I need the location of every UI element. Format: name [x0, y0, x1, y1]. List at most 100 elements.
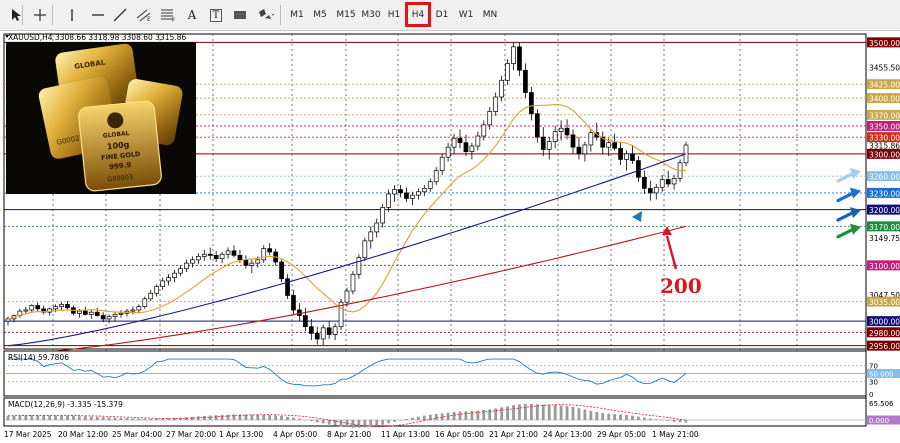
macd-axis-label: 0.000 [867, 415, 900, 425]
cursor-tool-button[interactable] [6, 4, 26, 26]
macd-bar [268, 415, 272, 420]
vertical-line-tool-button[interactable] [62, 4, 82, 26]
macd-bar [535, 404, 539, 420]
timeframe-button-h4[interactable]: H4 [405, 2, 431, 27]
macd-bar [12, 415, 16, 420]
candle [279, 259, 284, 283]
text-icon: A [187, 8, 197, 22]
time-axis-label: 16 Apr 05:00 [435, 430, 484, 439]
svg-text:F: F [172, 17, 176, 22]
time-axis-label: 4 Apr 05:00 [273, 430, 317, 439]
macd-bar [541, 404, 545, 420]
macd-bar [464, 411, 468, 420]
macd-bar [416, 416, 420, 420]
price-axis-label: 3035.00 [867, 296, 900, 307]
macd-bar [619, 414, 622, 420]
macd-bar [506, 406, 509, 420]
svg-text:3230.00: 3230.00 [869, 189, 900, 198]
macd-bar [155, 418, 159, 420]
timeframe-button-h1[interactable]: H1 [386, 4, 402, 26]
time-axis-label: 25 Mar 04:00 [112, 430, 162, 439]
macd-bar [18, 415, 22, 420]
macd-bar [625, 415, 628, 420]
shapes-tool-button[interactable] [256, 4, 276, 26]
svg-text:3500.00: 3500.00 [869, 39, 900, 48]
timeframe-button-w1[interactable]: W1 [456, 4, 476, 26]
time-axis-label: 24 Apr 13:00 [543, 430, 592, 439]
svg-text:3000.00: 3000.00 [869, 318, 900, 327]
timeframe-button-m30[interactable]: M30 [360, 4, 382, 26]
time-axis-label: 8 Apr 21:00 [327, 430, 371, 439]
timeframe-button-m5[interactable]: M5 [310, 4, 330, 26]
svg-text:3149.75: 3149.75 [869, 234, 900, 243]
gold-bars-image: GLOBALG00023 GLOBAL100gFINE GOLD999.9G000… [6, 42, 196, 194]
timeframe-button-d1[interactable]: D1 [432, 4, 452, 26]
macd-bar [250, 414, 254, 420]
timeframe-button-m1[interactable]: M1 [288, 4, 306, 26]
crosshair-tool-button[interactable] [30, 4, 50, 26]
macd-bar [292, 417, 295, 420]
horizontal-line-tool-button[interactable] [88, 4, 108, 26]
macd-bar [440, 413, 444, 420]
macd-bar [315, 420, 319, 423]
macd-bar [24, 415, 28, 420]
macd-bar [642, 417, 646, 420]
macd-bar [595, 411, 599, 420]
macd-bar [83, 416, 87, 420]
time-axis-label: 11 Apr 13:00 [381, 430, 430, 439]
price-axis-label: 3200.00 [867, 204, 900, 215]
trendline-icon [113, 8, 127, 22]
macd-bar [113, 417, 117, 420]
macd-bar [280, 416, 283, 420]
vertical-line-icon [65, 8, 79, 22]
timeframe-button-mn[interactable]: MN [480, 4, 500, 26]
price-axis-label: 3500.00 [867, 37, 900, 48]
price-axis-label: 3400.00 [867, 93, 900, 104]
text-label-icon: T [209, 8, 223, 22]
timeframe-button-m15[interactable]: M15 [334, 4, 358, 26]
macd-bar [77, 416, 81, 420]
macd-bar [601, 412, 605, 420]
macd-bar [387, 420, 391, 424]
macd-bar [607, 413, 611, 420]
time-axis-label: 21 Apr 21:00 [489, 430, 538, 439]
macd-bar [494, 408, 498, 420]
price-axis-label: 3370.00 [867, 109, 900, 120]
svg-text:0: 0 [869, 391, 873, 399]
macd-bar [321, 420, 325, 424]
time-axis-label: 17 Mar 2025 [4, 430, 52, 439]
fibonacci-icon: F [160, 8, 176, 22]
candle [350, 270, 356, 295]
macd-bar [101, 417, 105, 420]
macd-bar [654, 419, 658, 420]
macd-bar [262, 414, 266, 420]
equidistant-channel-tool-button[interactable]: E [134, 4, 154, 26]
time-axis-label: 1 Apr 13:00 [219, 430, 263, 439]
equidistant-channel-icon: E [136, 8, 152, 22]
macd-bar [214, 415, 218, 420]
text-label-tool-button[interactable]: T [206, 4, 226, 26]
macd-bar [303, 419, 307, 421]
macd-label: MACD(12,26,9) -3.335 -15.379 [8, 400, 123, 409]
macd-axis-label: 65.506 [869, 400, 894, 408]
price-axis-label: 3260.00 [867, 171, 900, 182]
macd-bar [54, 415, 57, 420]
price-axis-label: 3230.00 [867, 187, 900, 198]
macd-bar [95, 416, 99, 420]
macd-bar [381, 420, 385, 425]
svg-text:0.000: 0.000 [869, 417, 889, 425]
macd-bar [125, 418, 129, 420]
macd-bar [648, 418, 652, 420]
macd-bar [42, 415, 46, 420]
macd-bar [571, 406, 575, 420]
horizontal-line-icon [91, 8, 105, 22]
macd-bar [131, 418, 135, 420]
fibonacci-tool-button[interactable]: F [158, 4, 178, 26]
text-tool-button[interactable]: A [182, 4, 202, 26]
trendline-tool-button[interactable] [110, 4, 130, 26]
svg-text:50.000: 50.000 [869, 371, 894, 379]
macd-bar [339, 420, 343, 427]
chart-window[interactable]: 3500.00 3455.50 3425.00 3400.00 3370.00 3350.… [0, 31, 900, 443]
macd-bar [637, 416, 640, 420]
rectangle-tool-button[interactable] [230, 4, 250, 26]
